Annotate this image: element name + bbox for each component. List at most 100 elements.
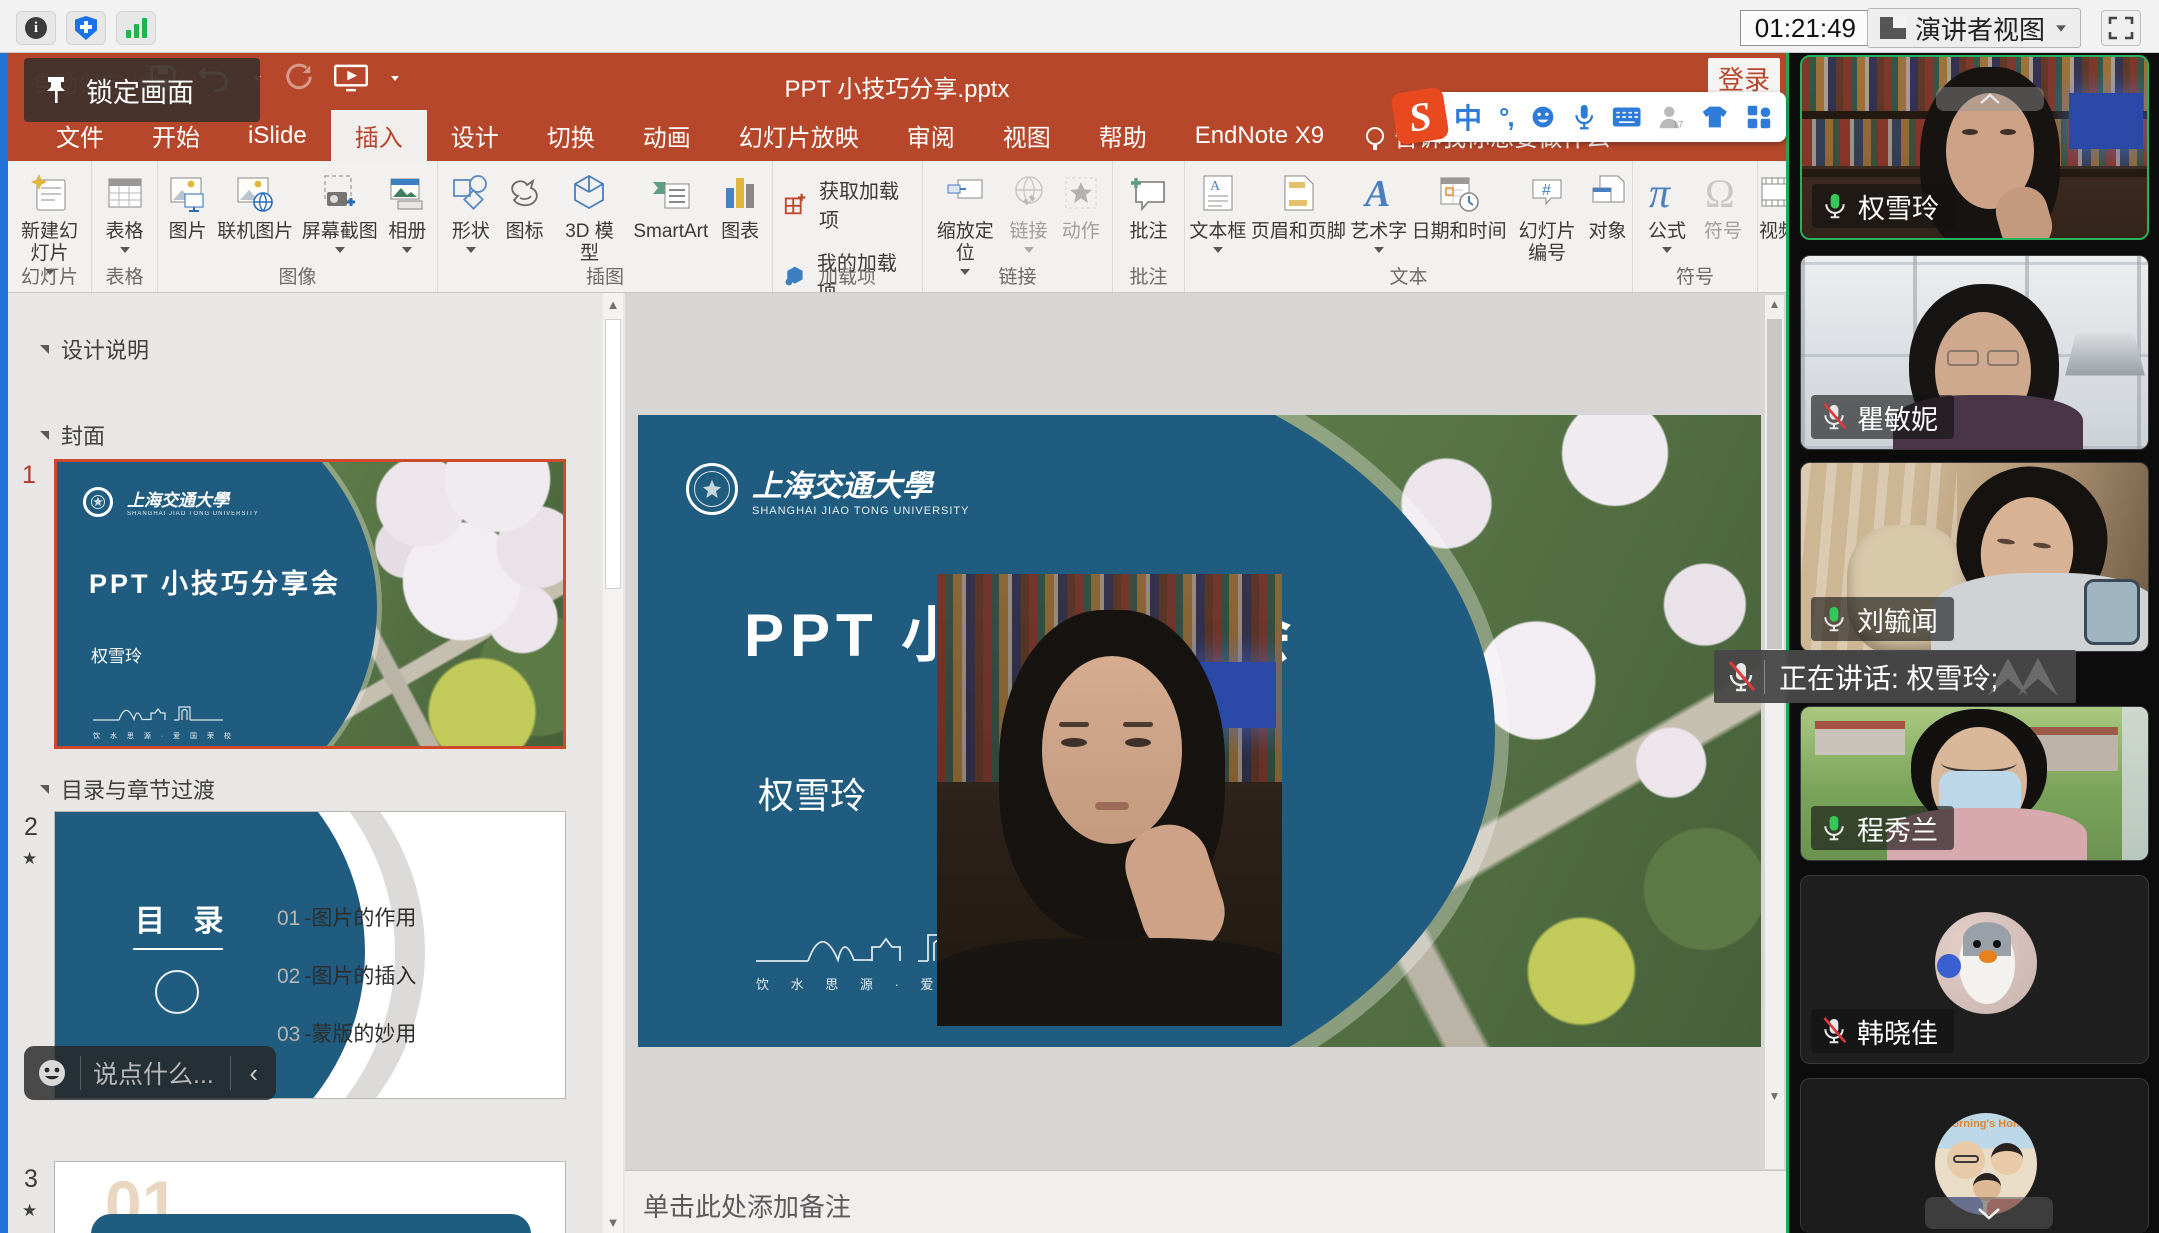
participant-tile-quanxueling[interactable]: 权雪玲 <box>1800 55 2149 240</box>
participant-tile-morningshome[interactable]: Morning's Home <box>1800 1078 2149 1233</box>
equation-button[interactable]: π 公式 <box>1645 167 1689 253</box>
collapse-triangle-icon <box>40 345 49 354</box>
account-icon[interactable]: 17 <box>1658 102 1684 132</box>
share-strip-left <box>0 53 8 1233</box>
meeting-security-button[interactable] <box>66 11 106 45</box>
object-button[interactable]: 对象 <box>1588 167 1628 243</box>
tab-view[interactable]: 视图 <box>979 110 1075 161</box>
slide-2-number: 2 <box>24 813 38 842</box>
group-addins: 获取加载项 我的加载项 加载项 <box>773 161 923 293</box>
lightbulb-icon <box>1366 127 1384 145</box>
wordart-button[interactable]: A 艺术字 <box>1350 167 1407 253</box>
slide-1-thumbnail[interactable]: 上海交通大學 SHANGHAI JIAO TONG UNIVERSITY PPT… <box>54 459 566 749</box>
tab-help[interactable]: 帮助 <box>1075 110 1171 161</box>
photo-album-button[interactable]: 相册 <box>386 167 428 253</box>
participants-sidebar: 权雪玲 瞿敏妮 <box>1789 53 2159 1233</box>
emoji-chat-icon[interactable] <box>36 1057 68 1089</box>
slide-3-thumbnail[interactable]: 01 <box>54 1161 566 1233</box>
group-text: A 文本框 页眉和页脚 A 艺术字 日期和时间 <box>1185 161 1633 293</box>
info-icon: i <box>25 17 47 39</box>
video-button[interactable]: 视频 <box>1758 167 1786 243</box>
picture-button[interactable]: 图片 <box>167 167 209 243</box>
3d-model-button[interactable]: 3D 模型 <box>557 167 621 265</box>
pushpin-icon <box>44 75 68 105</box>
icons-button[interactable]: 图标 <box>504 167 546 243</box>
participant-tile-qumingni[interactable]: 瞿敏妮 <box>1800 255 2149 450</box>
panel-scrollbar[interactable]: ▲ ▼ <box>603 293 623 1233</box>
slide-3-number: 3 <box>24 1165 38 1194</box>
fullscreen-button[interactable] <box>2101 10 2141 46</box>
view-mode-dropdown[interactable]: 演讲者视图 <box>1867 8 2081 48</box>
chevron-up-icon <box>1979 93 2001 105</box>
cube-icon <box>568 169 610 217</box>
speaking-banner: 正在讲话: 权雪玲; <box>1714 650 2076 703</box>
zoom-link-button[interactable]: 缩放定位 <box>933 167 997 275</box>
mic-muted-icon <box>1726 660 1756 694</box>
slide-1-number: 1 <box>22 461 36 490</box>
shapes-button[interactable]: 形状 <box>450 167 492 253</box>
speaker-camera-overlay[interactable] <box>937 574 1282 1026</box>
collapse-triangle-icon <box>40 431 49 440</box>
tab-endnote[interactable]: EndNote X9 <box>1171 110 1348 161</box>
meeting-topbar: i 01:21:49 演讲者视图 <box>0 0 2159 53</box>
header-footer-button[interactable]: 页眉和页脚 <box>1251 167 1346 243</box>
section-toc-transitions[interactable]: 目录与章节过渡 <box>40 773 215 805</box>
group-media-cut: 视频 <box>1758 161 1786 293</box>
mic-on-icon <box>1821 604 1847 634</box>
omega-icon: Ω <box>1701 169 1745 217</box>
online-pictures-button[interactable]: 联机图片 <box>217 167 293 243</box>
toolbox-grid-icon[interactable] <box>1746 102 1772 132</box>
mic-muted-icon <box>1821 1016 1847 1046</box>
collapse-chat-icon[interactable]: ‹ <box>243 1058 264 1089</box>
sjtu-seal-icon <box>686 463 738 515</box>
participant-tile-liuyuwen[interactable]: 刘毓闻 <box>1800 462 2149 652</box>
sogou-input-bar: S 中 °, 17 <box>1402 92 1786 142</box>
table-button[interactable]: 表格 <box>105 167 145 253</box>
tab-slideshow[interactable]: 幻灯片放映 <box>715 110 883 161</box>
chart-button[interactable]: 图表 <box>720 167 760 243</box>
participant-tile-hanxiaojia[interactable]: 韩晓佳 <box>1800 875 2149 1064</box>
meeting-network-button[interactable] <box>116 11 156 45</box>
date-time-button[interactable]: 日期和时间 <box>1412 167 1507 243</box>
skin-tshirt-icon[interactable] <box>1701 103 1729 131</box>
wordart-icon: A <box>1359 169 1399 217</box>
textbox-button[interactable]: A 文本框 <box>1189 167 1246 253</box>
notes-pane[interactable]: 单击此处添加备注 <box>625 1170 1786 1233</box>
voice-input-icon[interactable] <box>1573 101 1595 133</box>
scroll-down-icon[interactable]: ▼ <box>603 1211 623 1233</box>
chat-placeholder[interactable]: 说点什么... <box>93 1055 218 1091</box>
chat-quick-input[interactable]: 说点什么... ‹ <box>24 1046 276 1100</box>
chinese-mode-icon[interactable]: 中 <box>1454 97 1482 137</box>
get-addins-button[interactable]: 获取加载项 <box>783 175 912 233</box>
collapse-tile-button[interactable] <box>1936 87 2044 111</box>
tab-review[interactable]: 审阅 <box>883 110 979 161</box>
tab-transitions[interactable]: 切换 <box>523 110 619 161</box>
section-design-notes[interactable]: 设计说明 <box>40 333 149 365</box>
section-cover[interactable]: 封面 <box>40 419 105 451</box>
comment-button[interactable]: 批注 <box>1128 167 1170 243</box>
pi-icon: π <box>1645 169 1689 217</box>
scroll-up-icon[interactable]: ▲ <box>603 293 623 315</box>
punctuation-icon[interactable]: °, <box>1499 102 1513 133</box>
tab-animations[interactable]: 动画 <box>619 110 715 161</box>
scroll-participants-button[interactable] <box>1925 1197 2053 1229</box>
tab-insert[interactable]: 插入 <box>331 110 427 161</box>
shapes-icon <box>450 169 492 217</box>
editor-scrollbar[interactable]: ▲ ▼ <box>1765 295 1784 1169</box>
scrollbar-thumb[interactable] <box>605 319 621 589</box>
slide-author[interactable]: 权雪玲 <box>758 767 866 819</box>
keyboard-icon[interactable] <box>1612 104 1641 130</box>
sogou-logo[interactable]: S <box>1390 86 1449 145</box>
new-slide-button[interactable]: 新建幻灯片 <box>16 167 84 275</box>
emoji-icon[interactable] <box>1530 102 1556 132</box>
notes-placeholder: 单击此处添加备注 <box>643 1187 851 1224</box>
screenshot-button[interactable]: 屏幕截图 <box>302 167 378 253</box>
tab-design[interactable]: 设计 <box>427 110 523 161</box>
participant-tile-chengxiulan[interactable]: 程秀兰 <box>1800 706 2149 861</box>
duck-icon <box>504 169 546 217</box>
mic-on-icon <box>1821 813 1847 843</box>
slide-number-button[interactable]: # 幻灯片编号 <box>1511 167 1583 265</box>
smartart-button[interactable]: SmartArt <box>633 167 708 243</box>
get-addins-icon <box>783 190 809 218</box>
meeting-info-button[interactable]: i <box>16 11 56 45</box>
